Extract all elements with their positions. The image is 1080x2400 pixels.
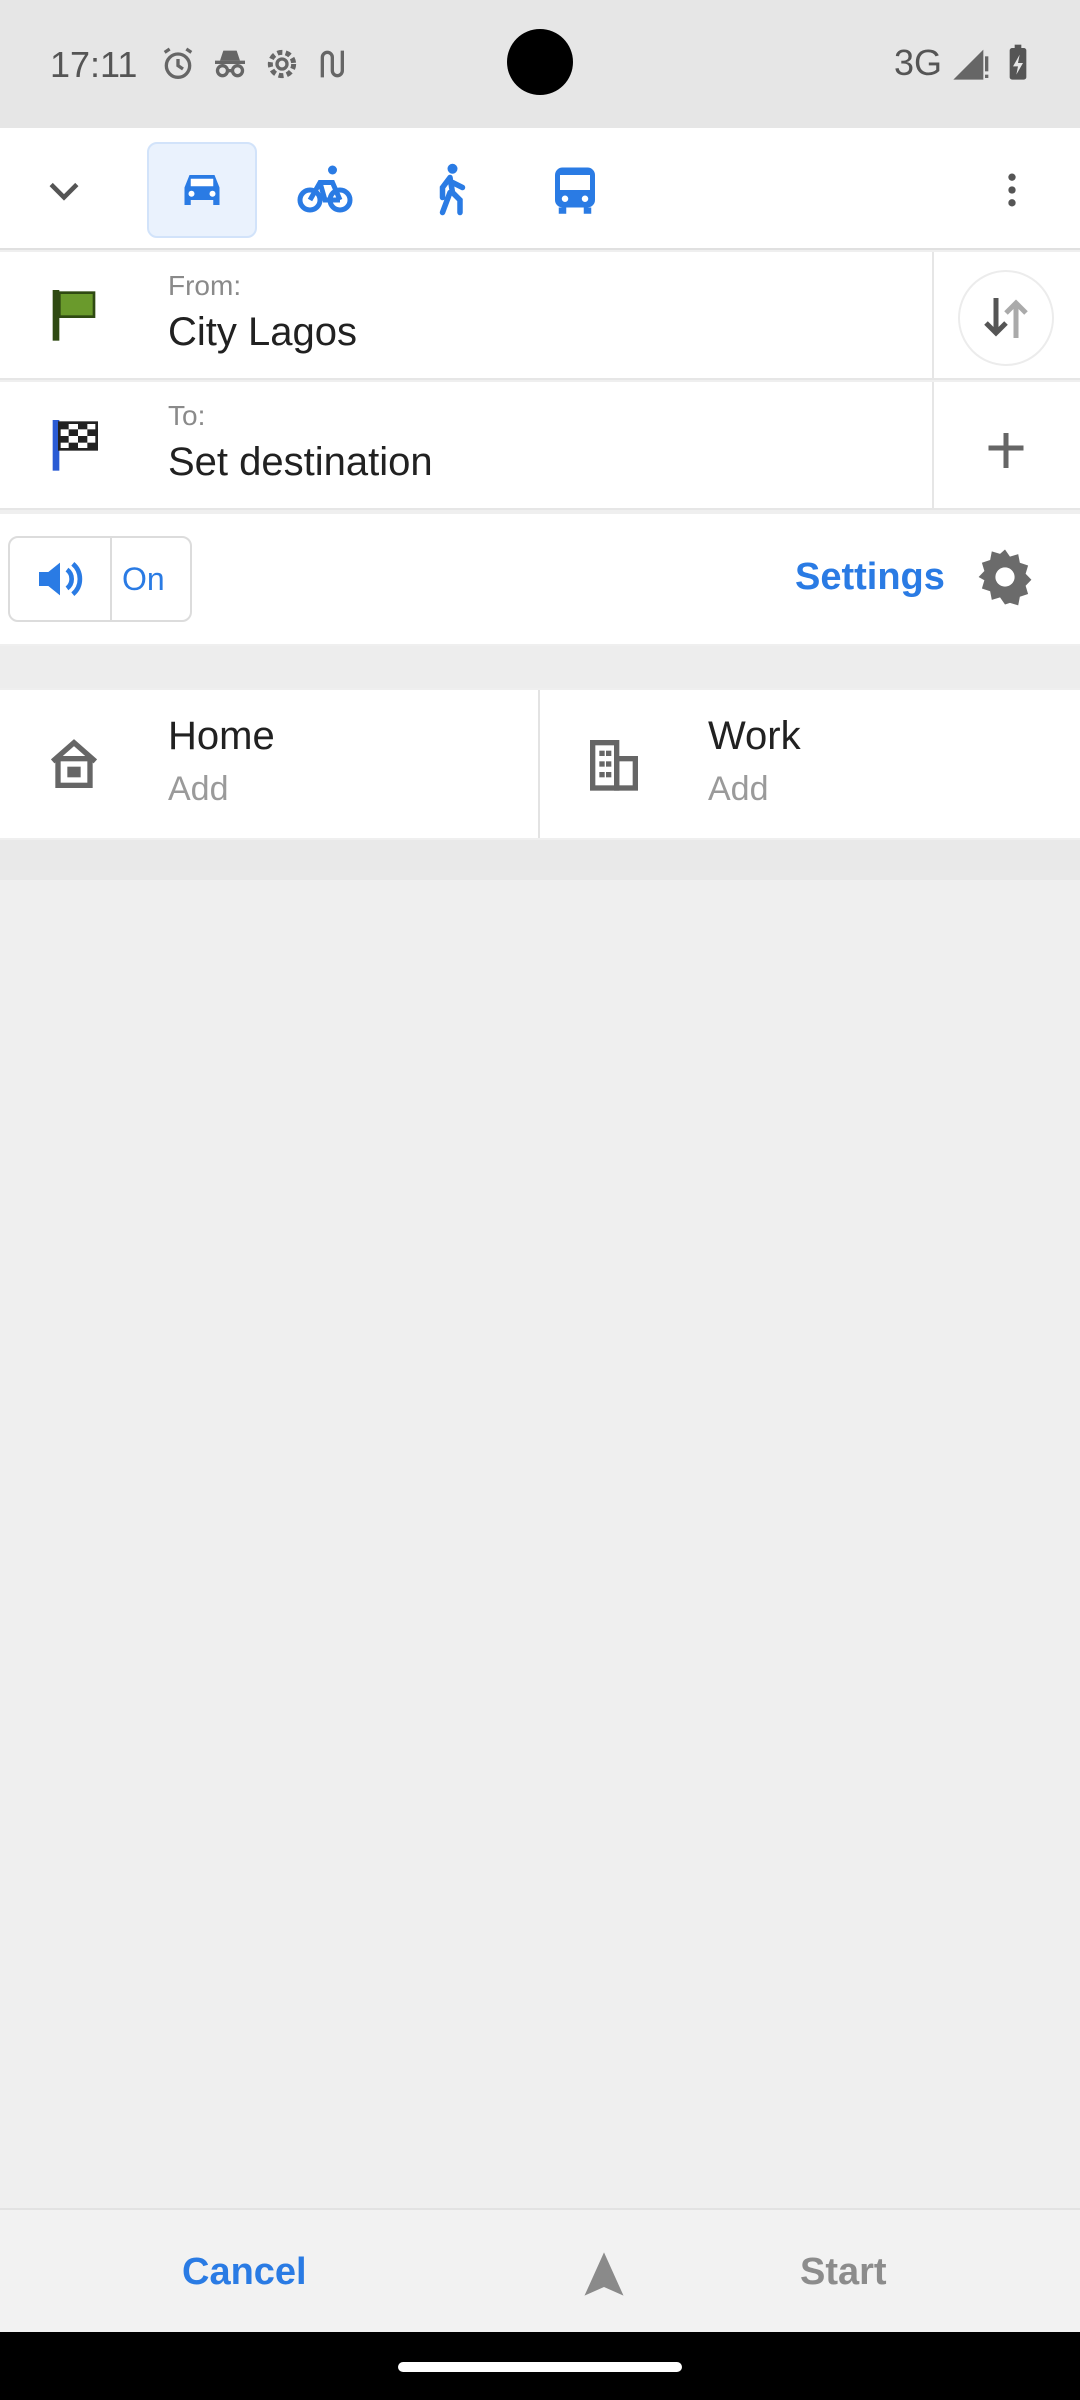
start-button[interactable]: Start: [800, 2232, 940, 2312]
status-time: 17:11: [50, 44, 138, 85]
to-value[interactable]: Set destination: [168, 440, 433, 485]
route-to-row[interactable]: To: Set destination: [0, 382, 1080, 510]
row-divider: [932, 382, 934, 510]
navigation-arrow-icon: [584, 2252, 624, 2296]
home-subtitle: Add: [168, 770, 229, 808]
more-vertical-icon: [1008, 173, 1016, 207]
more-options-button[interactable]: [964, 140, 1060, 240]
transport-mode-bar: [0, 128, 1080, 250]
from-value[interactable]: City Lagos: [168, 310, 357, 355]
battery-charging-icon: [1009, 44, 1027, 80]
voice-settings-row: On Settings: [0, 514, 1080, 644]
finish-flag-icon: [52, 420, 98, 471]
content-area: [0, 880, 1080, 2190]
start-flag-icon: [52, 290, 96, 341]
route-from-row[interactable]: From: City Lagos: [0, 252, 1080, 380]
home-title: Home: [168, 714, 275, 758]
bus-icon: [555, 167, 595, 214]
voice-toggle[interactable]: On: [8, 536, 192, 622]
favorites-row: Home Add Work Add: [0, 690, 1080, 838]
cancel-button[interactable]: Cancel: [182, 2232, 322, 2312]
status-notification-icons: [158, 44, 354, 84]
plus-icon: [988, 433, 1024, 468]
signal-icon: [953, 49, 989, 80]
bicycle-icon: [297, 165, 353, 213]
swap-points-button[interactable]: [958, 270, 1054, 366]
mode-bicycle-button[interactable]: [270, 142, 380, 238]
camera-cutout: [507, 29, 573, 95]
home-favorite-card[interactable]: Home Add: [0, 690, 538, 838]
row-divider: [932, 252, 934, 380]
speaker-icon: [39, 562, 83, 596]
collapse-button[interactable]: [12, 140, 116, 240]
bottom-action-bar: Cancel Start: [0, 2208, 1080, 2332]
home-icon: [50, 739, 98, 788]
route-settings-button[interactable]: Settings: [795, 556, 945, 599]
mode-walk-button[interactable]: [395, 142, 505, 238]
work-subtitle: Add: [708, 770, 769, 808]
car-icon: [184, 175, 220, 205]
to-caption: To:: [168, 400, 206, 431]
toggle-divider: [110, 536, 112, 622]
chevron-down-icon: [49, 182, 79, 201]
office-icon: [590, 740, 638, 791]
work-title: Work: [708, 714, 801, 758]
settings-cog-icon: [267, 49, 297, 79]
alarm-icon: [163, 47, 193, 79]
section-gap: [0, 840, 1080, 880]
add-intermediate-button[interactable]: [958, 400, 1054, 496]
work-favorite-card[interactable]: Work Add: [540, 690, 1078, 838]
voice-state-label: On: [122, 560, 165, 597]
route-icon: [320, 50, 344, 78]
system-navigation-bar: [0, 2332, 1080, 2400]
section-gap: [0, 646, 1080, 688]
pedestrian-icon: [439, 163, 466, 216]
from-caption: From:: [168, 270, 242, 301]
mode-transit-button[interactable]: [520, 142, 630, 238]
mode-car-button[interactable]: [147, 142, 257, 238]
network-type: 3G: [893, 42, 942, 83]
status-system-icons: 3G: [894, 42, 1038, 84]
swap-arrows-icon: [984, 298, 1028, 338]
gear-icon[interactable]: [972, 544, 1038, 610]
incognito-icon: [215, 50, 245, 78]
status-bar: 17:11 3G: [0, 0, 1080, 128]
home-gesture-handle[interactable]: [398, 2362, 682, 2372]
